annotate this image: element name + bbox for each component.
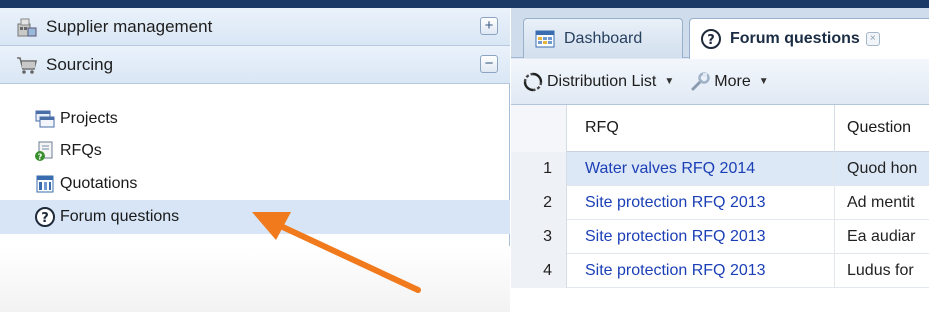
svg-text:?: ?	[38, 153, 43, 162]
tab-dashboard[interactable]: Dashboard	[523, 18, 683, 58]
question-cell: Ad mentit	[847, 193, 915, 211]
collapse-button[interactable]: −	[480, 55, 498, 73]
table-row[interactable]: 2 Site protection RFQ 2013 Ad mentit	[511, 185, 929, 220]
main-content-panel: Dashboard ? Forum questions × Distributi…	[511, 8, 929, 312]
sidebar-item-label: Quotations	[60, 175, 138, 192]
svg-text:?: ?	[41, 211, 49, 226]
sidebar-item-projects[interactable]: Projects	[0, 104, 510, 134]
top-bar	[0, 0, 929, 8]
sidebar-item-label: Forum questions	[60, 208, 180, 225]
table-row[interactable]: 3 Site protection RFQ 2013 Ea audiar	[511, 219, 929, 254]
expand-button[interactable]: +	[480, 17, 498, 35]
button-label: Distribution List	[547, 72, 657, 90]
sidebar-item-quotations[interactable]: Quotations	[0, 168, 510, 200]
refresh-cycle-icon	[521, 70, 545, 94]
sidebar-item-label: RFQs	[60, 142, 102, 159]
svg-text:?: ?	[707, 33, 715, 48]
rfq-link[interactable]: Site protection RFQ 2013	[567, 219, 835, 254]
projects-icon	[34, 108, 56, 130]
quotations-icon	[34, 173, 56, 195]
column-header-question[interactable]: Question	[835, 105, 911, 152]
row-number: 1	[511, 151, 567, 186]
row-number: 3	[511, 219, 567, 254]
tab-bar: Dashboard ? Forum questions ×	[511, 8, 929, 59]
more-button[interactable]: More ▼	[688, 70, 769, 94]
row-number: 2	[511, 185, 567, 220]
question-icon: ?	[700, 28, 722, 50]
distribution-list-button[interactable]: Distribution List ▼	[521, 70, 674, 94]
row-number: 4	[511, 253, 567, 288]
question-cell: Ea audiar	[847, 227, 916, 245]
forum-questions-grid: RFQ Question 1 Water valves RFQ 2014 Quo…	[511, 104, 929, 312]
table-row[interactable]: 1 Water valves RFQ 2014 Quod hon	[511, 151, 929, 186]
table-row[interactable]: 4 Site protection RFQ 2013 Ludus for	[511, 253, 929, 288]
sidebar-item-label: Projects	[60, 110, 118, 127]
question-cell: Quod hon	[847, 159, 918, 177]
tab-label: Forum questions	[730, 30, 860, 47]
tab-label: Dashboard	[564, 29, 643, 47]
rfq-link[interactable]: Site protection RFQ 2013	[567, 185, 835, 220]
row-number-header	[511, 104, 567, 152]
accordion-label: Supplier management	[46, 16, 213, 36]
supplier-management-icon	[14, 16, 40, 38]
sidebar-item-rfqs[interactable]: ? RFQs	[0, 134, 510, 168]
accordion-supplier-management[interactable]: Supplier management +	[0, 8, 510, 46]
left-navigation-panel: Supplier management + Sourcing − Project…	[0, 8, 510, 312]
tab-forum-questions[interactable]: ? Forum questions ×	[689, 18, 929, 59]
rfq-link[interactable]: Site protection RFQ 2013	[567, 253, 835, 288]
accordion-sourcing[interactable]: Sourcing −	[0, 46, 510, 84]
dashboard-icon	[534, 28, 556, 50]
question-icon: ?	[34, 206, 56, 228]
accordion-label: Sourcing	[46, 54, 114, 74]
toolbar: Distribution List ▼ More ▼	[511, 59, 929, 105]
close-icon[interactable]: ×	[865, 32, 880, 46]
button-label: More	[714, 72, 751, 90]
grid-header: RFQ Question	[511, 104, 929, 152]
wrench-icon	[688, 70, 712, 94]
chevron-down-icon: ▼	[758, 76, 769, 87]
panel-background	[0, 246, 510, 312]
sourcing-tree: Projects ? RFQs Quotations ? Forum quest…	[0, 104, 510, 234]
chevron-down-icon: ▼	[664, 76, 675, 87]
question-cell: Ludus for	[847, 261, 914, 279]
column-header-rfq[interactable]: RFQ	[567, 104, 835, 152]
sidebar-item-forum-questions[interactable]: ? Forum questions	[0, 200, 510, 234]
rfq-link[interactable]: Water valves RFQ 2014	[567, 151, 835, 186]
cart-icon	[14, 54, 40, 76]
rfqs-icon: ?	[34, 140, 56, 162]
